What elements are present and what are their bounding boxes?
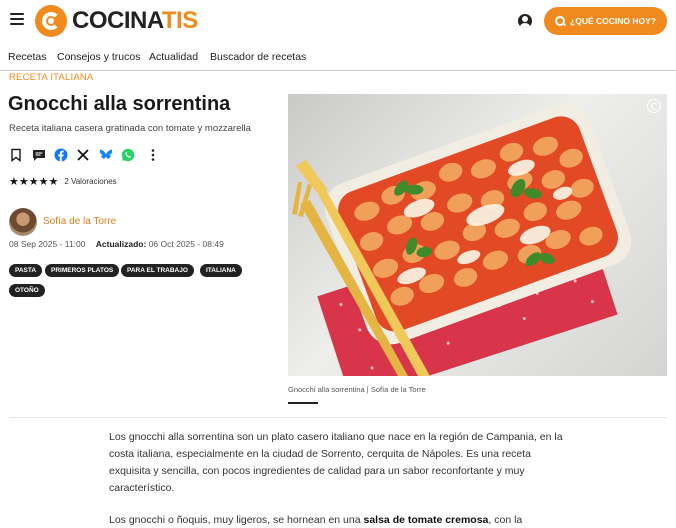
nav-item-recetas[interactable]: Recetas (8, 51, 47, 63)
nav-item-consejos[interactable]: Consejos y trucos (57, 51, 140, 63)
more-options-icon[interactable] (146, 148, 160, 162)
logo-mark-icon (35, 5, 67, 37)
logo-text: COCINATIS (72, 7, 198, 34)
menu-icon[interactable] (10, 13, 24, 25)
caption-author: Sofía de la Torre (370, 385, 426, 394)
author-name[interactable]: Sofía de la Torre (43, 216, 116, 227)
bluesky-icon[interactable] (99, 148, 113, 162)
user-account-icon[interactable] (518, 14, 532, 28)
bookmark-icon[interactable] (9, 148, 23, 162)
caption-title: Gnocchi alla sorrentina (288, 385, 365, 394)
tag-italiana[interactable]: ITALIANA (200, 264, 242, 277)
rating[interactable]: ★★★★★ 2 Valoraciones (9, 175, 117, 188)
second-paragraph: Los gnocchi o ñoquis, muy ligeros, se ho… (109, 512, 569, 528)
author-avatar[interactable] (9, 208, 37, 236)
gnocchi-dish-illustration (292, 103, 632, 376)
ratings-count: 2 Valoraciones (64, 176, 117, 186)
p2-text-start: Los gnocchi o ñoquis, muy ligeros, se ho… (109, 514, 364, 526)
section-divider (9, 417, 667, 418)
nav-item-actualidad[interactable]: Actualidad (149, 51, 198, 63)
published-date: 08 Sep 2025 - 11:00 (9, 239, 86, 249)
tag-otono[interactable]: OTOÑO (9, 284, 45, 297)
whatsapp-icon[interactable] (121, 148, 135, 162)
p2-text-end: , con la (488, 514, 523, 526)
cocinatis-watermark-icon (647, 99, 661, 113)
tag-para-el-trabajo[interactable]: PARA EL TRABAJO (121, 264, 194, 277)
page-subtitle: Receta italiana casera gratinada con tom… (9, 123, 251, 134)
intro-paragraph: Los gnocchi alla sorrentina son un plato… (109, 431, 563, 494)
site-logo[interactable]: COCINATIS (35, 4, 198, 38)
page-title: Gnocchi alla sorrentina (8, 93, 231, 115)
comment-icon[interactable] (32, 148, 46, 162)
publish-dates: 08 Sep 2025 - 11:00 Actualizado: 06 Oct … (9, 239, 224, 249)
caption-underline (288, 402, 318, 404)
search-icon (555, 16, 566, 26)
tag-primeros-platos[interactable]: PRIMEROS PLATOS (45, 264, 120, 277)
tag-pasta[interactable]: PASTA (9, 264, 43, 277)
category-eyebrow[interactable]: RECETA ITALIANA (9, 72, 93, 83)
updated-label: Actualizado: (95, 239, 147, 249)
recipe-photo[interactable] (288, 94, 667, 376)
what-to-cook-label: ¿QUÉ COCINO HOY? (570, 16, 656, 26)
updated-date: 06 Oct 2025 - 08:49 (148, 239, 224, 249)
facebook-icon[interactable] (54, 148, 68, 162)
x-icon[interactable] (76, 148, 90, 162)
image-caption: Gnocchi alla sorrentina | Sofía de la To… (288, 385, 426, 394)
rating-stars[interactable]: ★★★★★ (9, 175, 58, 188)
what-to-cook-button[interactable]: ¿QUÉ COCINO HOY? (544, 7, 667, 35)
nav-item-buscador[interactable]: Buscador de recetas (210, 51, 306, 63)
p2-bold-text: salsa de tomate cremosa (363, 514, 489, 526)
site-header: COCINATIS ¿QUÉ COCINO HOY? (0, 0, 676, 42)
main-nav: Recetas Consejos y trucos Actualidad Bus… (0, 46, 676, 71)
